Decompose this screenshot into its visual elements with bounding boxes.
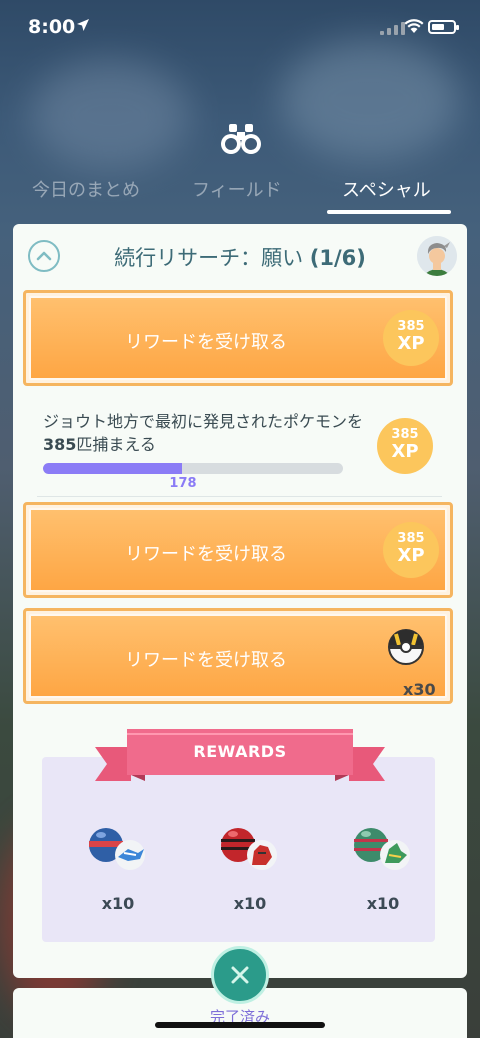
ultra-ball-icon — [388, 629, 424, 665]
task-text-after: 匹捕まえる — [76, 435, 156, 454]
task-target-count: 385 — [43, 435, 77, 454]
cellular-signal-icon — [380, 22, 405, 35]
divider — [37, 496, 442, 497]
poke-ball-pokemon-icon — [221, 828, 277, 870]
background-cloud — [280, 40, 460, 160]
close-button[interactable] — [211, 946, 269, 1004]
claim-reward-button[interactable]: リワードを受け取る x30 — [29, 614, 447, 699]
claim-reward-button[interactable]: リワードを受け取る 385 XP — [29, 508, 447, 592]
reward-count: x10 — [233, 894, 267, 913]
tab-field[interactable]: フィールド — [192, 176, 282, 202]
claim-reward-button[interactable]: リワードを受け取る 385 XP — [29, 296, 447, 380]
reward-item-1 — [78, 819, 158, 879]
xp-unit: XP — [391, 441, 419, 462]
task-progress-fill — [43, 463, 182, 474]
home-indicator — [155, 1022, 325, 1028]
location-arrow-icon — [77, 19, 89, 31]
task-description: ジョウト地方で最初に発見されたポケモンを 385匹捕まえる — [43, 410, 363, 456]
tab-special[interactable]: スペシャル — [342, 176, 431, 202]
reward-count: x10 — [366, 894, 400, 913]
xp-amount: 385 — [397, 531, 425, 546]
xp-unit: XP — [397, 545, 425, 566]
reward-item-2 — [210, 819, 290, 879]
xp-reward-icon: 385 XP — [377, 418, 433, 474]
claim-reward-label: リワードを受け取る — [125, 650, 287, 671]
research-panel: 続行リサーチ：願い (1/6) リワードを受け取る 385 XP ジョウト地方で… — [13, 224, 467, 978]
xp-unit: XP — [397, 333, 425, 354]
close-icon — [231, 966, 249, 984]
research-step: (1/6) — [309, 246, 366, 270]
active-tab-indicator — [327, 210, 451, 214]
xp-amount: 385 — [397, 319, 425, 334]
research-task-1: リワードを受け取る 385 XP — [23, 290, 453, 386]
claim-reward-label: リワードを受け取る — [125, 544, 287, 565]
reward-item-3 — [343, 819, 423, 879]
great-ball-pokemon-icon — [89, 828, 145, 870]
xp-reward-icon: 385 XP — [383, 522, 439, 578]
claim-reward-label: リワードを受け取る — [125, 332, 287, 353]
research-task-4: リワードを受け取る x30 — [23, 608, 453, 704]
task-text-before: ジョウト地方で最初に発見されたポケモンを — [43, 412, 364, 431]
green-ball-pokemon-icon — [354, 828, 410, 870]
wifi-icon — [404, 19, 424, 33]
research-title-text: 続行リサーチ：願い — [114, 246, 304, 270]
status-time: 8:00 — [28, 16, 76, 38]
task-progress-bar — [43, 463, 343, 474]
xp-reward-icon: 385 XP — [383, 310, 439, 366]
background-cloud — [30, 60, 190, 170]
professor-avatar — [417, 236, 457, 276]
xp-amount: 385 — [391, 427, 419, 442]
reward-count: x10 — [101, 894, 135, 913]
tab-bar: 今日のまとめ フィールド スペシャル — [0, 172, 480, 216]
binoculars-icon — [221, 124, 261, 154]
ball-count: x30 — [403, 680, 436, 699]
research-title: 続行リサーチ：願い (1/6) — [13, 242, 467, 272]
battery-icon — [428, 20, 459, 34]
research-header: 続行リサーチ：願い (1/6) — [13, 224, 467, 286]
research-task-3: リワードを受け取る 385 XP — [23, 502, 453, 598]
status-bar: 8:00 — [0, 0, 480, 56]
tab-today-summary[interactable]: 今日のまとめ — [32, 176, 140, 202]
rewards-header: REWARDS — [193, 742, 287, 761]
task-progress-value: 178 — [169, 476, 197, 491]
